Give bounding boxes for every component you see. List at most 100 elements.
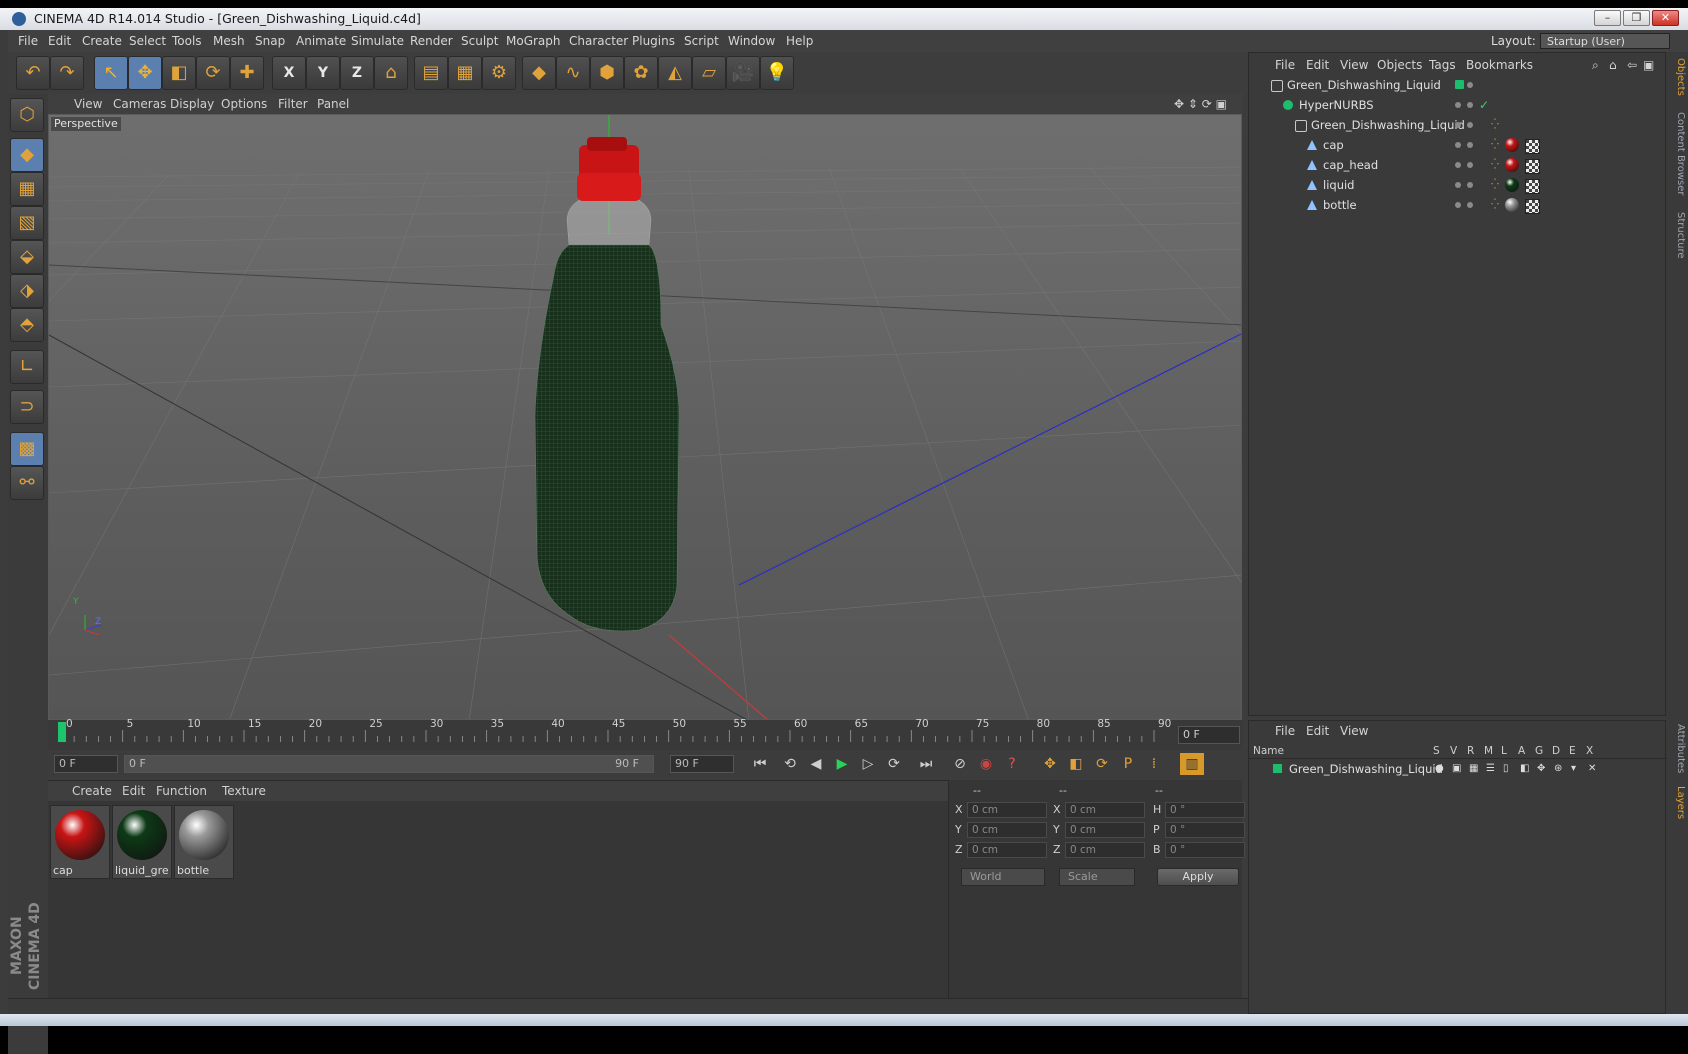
minimize-button[interactable]: – <box>1594 10 1621 26</box>
editor-visibility-dot[interactable] <box>1455 102 1461 108</box>
home-icon[interactable]: ⌂ <box>1609 55 1617 75</box>
uvw-tag-icon[interactable] <box>1525 139 1540 154</box>
object-row[interactable]: HyperNURBS ✓ <box>1249 95 1667 115</box>
tab-objects[interactable]: Objects <box>1668 58 1686 96</box>
magnet-icon[interactable]: ⊃ <box>10 390 44 424</box>
start-frame-field[interactable]: 0 F <box>54 755 118 773</box>
apply-button[interactable]: Apply <box>1157 868 1239 886</box>
layer-manager-toggle-icon[interactable]: ☰ <box>1486 759 1495 779</box>
snap-icon[interactable]: ⚯ <box>10 466 44 500</box>
menu-script[interactable]: Script <box>684 30 719 52</box>
render-visibility-dot[interactable] <box>1467 182 1473 188</box>
array-icon[interactable]: ✿ <box>624 56 658 90</box>
key-scale-icon[interactable]: ◧ <box>1064 753 1088 775</box>
spline-icon[interactable]: ∿ <box>556 56 590 90</box>
coord-value-field[interactable]: 0 ° <box>1165 842 1245 858</box>
perspective-viewport[interactable]: Perspective Y Z <box>48 114 1242 720</box>
layer-menu-view[interactable]: View <box>1340 721 1368 741</box>
deformer-icon[interactable]: ◭ <box>658 56 692 90</box>
viewport-menu-panel[interactable]: Panel <box>317 94 349 114</box>
material-swatch[interactable]: cap <box>50 805 110 879</box>
current-frame-field[interactable]: 0 F <box>1178 726 1240 744</box>
render-visibility-dot[interactable] <box>1467 122 1473 128</box>
menu-character[interactable]: Character <box>569 30 628 52</box>
layer-row[interactable]: Green_Dishwashing_Liquid ● ▣ ▦ ☰ ▯ ◧ ✥ ⊛ ▾ ✕ <box>1249 759 1667 779</box>
material-swatch[interactable]: liquid_gree <box>112 805 172 879</box>
scale-icon[interactable]: ◧ <box>162 56 196 90</box>
layer-color-swatch[interactable] <box>1273 764 1282 773</box>
viewport-nav-icons[interactable]: ✥ ⇕ ⟳ ▣ <box>1174 94 1227 114</box>
previous-frame-icon[interactable]: ◀ <box>804 753 828 775</box>
go-to-end-icon[interactable]: ⏭ <box>914 753 938 775</box>
editor-visibility-dot[interactable] <box>1455 80 1464 89</box>
next-frame-icon[interactable]: ▷ <box>856 753 880 775</box>
object-menu-edit[interactable]: Edit <box>1306 55 1329 75</box>
render-visibility-dot[interactable] <box>1467 142 1473 148</box>
material-tag-icon[interactable] <box>1505 178 1519 192</box>
polygons-mode-icon[interactable]: ⬘ <box>10 308 44 342</box>
make-editable-icon[interactable]: ⬡ <box>10 98 44 132</box>
nurbs-icon[interactable]: ⬢ <box>590 56 624 90</box>
material-tag-icon[interactable] <box>1505 158 1519 172</box>
layout-select[interactable]: Startup (User) <box>1540 33 1670 49</box>
cube-icon[interactable]: ◆ <box>522 56 556 90</box>
render-visibility-dot[interactable] <box>1467 202 1473 208</box>
phong-tag-icon[interactable]: ⁛ <box>1491 135 1499 155</box>
menu-window[interactable]: Window <box>728 30 775 52</box>
floor-icon[interactable]: ▱ <box>692 56 726 90</box>
restore-button[interactable]: ❐ <box>1623 10 1650 26</box>
search-icon[interactable]: ⌕ <box>1592 55 1599 75</box>
material-swatch[interactable]: bottle <box>174 805 234 879</box>
key-position-icon[interactable]: ✥ <box>1038 753 1062 775</box>
lock-workplane-icon[interactable]: ▩ <box>10 432 44 466</box>
coord-value-field[interactable]: 0 ° <box>1165 802 1245 818</box>
key-parameter-icon[interactable]: P <box>1116 753 1140 775</box>
render-settings-icon[interactable]: ⚙ <box>482 56 516 90</box>
object-menu-bookmarks[interactable]: Bookmarks <box>1466 55 1533 75</box>
preview-range-slider[interactable]: 0 F 90 F <box>124 755 654 773</box>
menu-tools[interactable]: Tools <box>172 30 202 52</box>
timeline-ruler[interactable]: 0 5 10 15 20 25 30 35 40 45 50 55 60 65 70 75 80 85 90 0 F <box>48 718 1242 750</box>
layer-solo-toggle-icon[interactable]: ● <box>1435 759 1444 779</box>
size-mode-select[interactable]: Scale <box>1059 868 1135 886</box>
camera-icon[interactable]: 🎥 <box>726 56 760 90</box>
close-button[interactable]: ✕ <box>1652 10 1679 26</box>
y-axis-icon[interactable]: Y <box>306 56 340 90</box>
tab-content-browser[interactable]: Content Browser <box>1668 112 1686 195</box>
material-tag-icon[interactable] <box>1505 138 1519 152</box>
layer-locked-toggle-icon[interactable]: ▯ <box>1503 759 1509 779</box>
layer-name[interactable]: Green_Dishwashing_Liquid <box>1289 759 1443 779</box>
tab-layers[interactable]: Layers <box>1668 786 1686 819</box>
coord-value-field[interactable]: 0 ° <box>1165 822 1245 838</box>
menu-create[interactable]: Create <box>82 30 122 52</box>
coord-value-field[interactable]: 0 cm <box>1065 822 1145 838</box>
redo-icon[interactable]: ↷ <box>50 56 84 90</box>
editor-visibility-dot[interactable] <box>1455 202 1461 208</box>
tab-structure[interactable]: Structure <box>1668 212 1686 259</box>
key-pla-icon[interactable]: ⁞ <box>1142 753 1166 775</box>
tab-attributes[interactable]: Attributes <box>1668 724 1686 773</box>
render-visibility-dot[interactable] <box>1467 102 1473 108</box>
undo-icon[interactable]: ↶ <box>16 56 50 90</box>
menu-plugins[interactable]: Plugins <box>632 30 675 52</box>
viewport-menu-filter[interactable]: Filter <box>278 94 308 114</box>
viewport-menu-view[interactable]: View <box>74 94 102 114</box>
coord-value-field[interactable]: 0 cm <box>967 802 1047 818</box>
edges-mode-icon[interactable]: ⬗ <box>10 274 44 308</box>
menu-sculpt[interactable]: Sculpt <box>461 30 498 52</box>
menu-edit[interactable]: Edit <box>48 30 71 52</box>
viewport-menu-options[interactable]: Options <box>221 94 267 114</box>
live-selection-icon[interactable]: ↖ <box>94 56 128 90</box>
material-tag-icon[interactable] <box>1505 198 1519 212</box>
coord-value-field[interactable]: 0 cm <box>1065 802 1145 818</box>
end-frame-field[interactable]: 90 F <box>670 755 734 773</box>
texture-mode-icon[interactable]: ▦ <box>10 172 44 206</box>
record-keys-icon[interactable]: ⊘ <box>948 753 972 775</box>
layer-deformers-toggle-icon[interactable]: ⊛ <box>1554 759 1562 779</box>
previous-key-icon[interactable]: ⟲ <box>778 753 802 775</box>
coordinate-mode-select[interactable]: World <box>961 868 1045 886</box>
render-view-icon[interactable]: ▤ <box>414 56 448 90</box>
new-window-icon[interactable]: ▣ <box>1643 55 1654 75</box>
axis-mode-icon[interactable]: ∟ <box>10 350 44 384</box>
back-icon[interactable]: ⇦ <box>1627 55 1637 75</box>
